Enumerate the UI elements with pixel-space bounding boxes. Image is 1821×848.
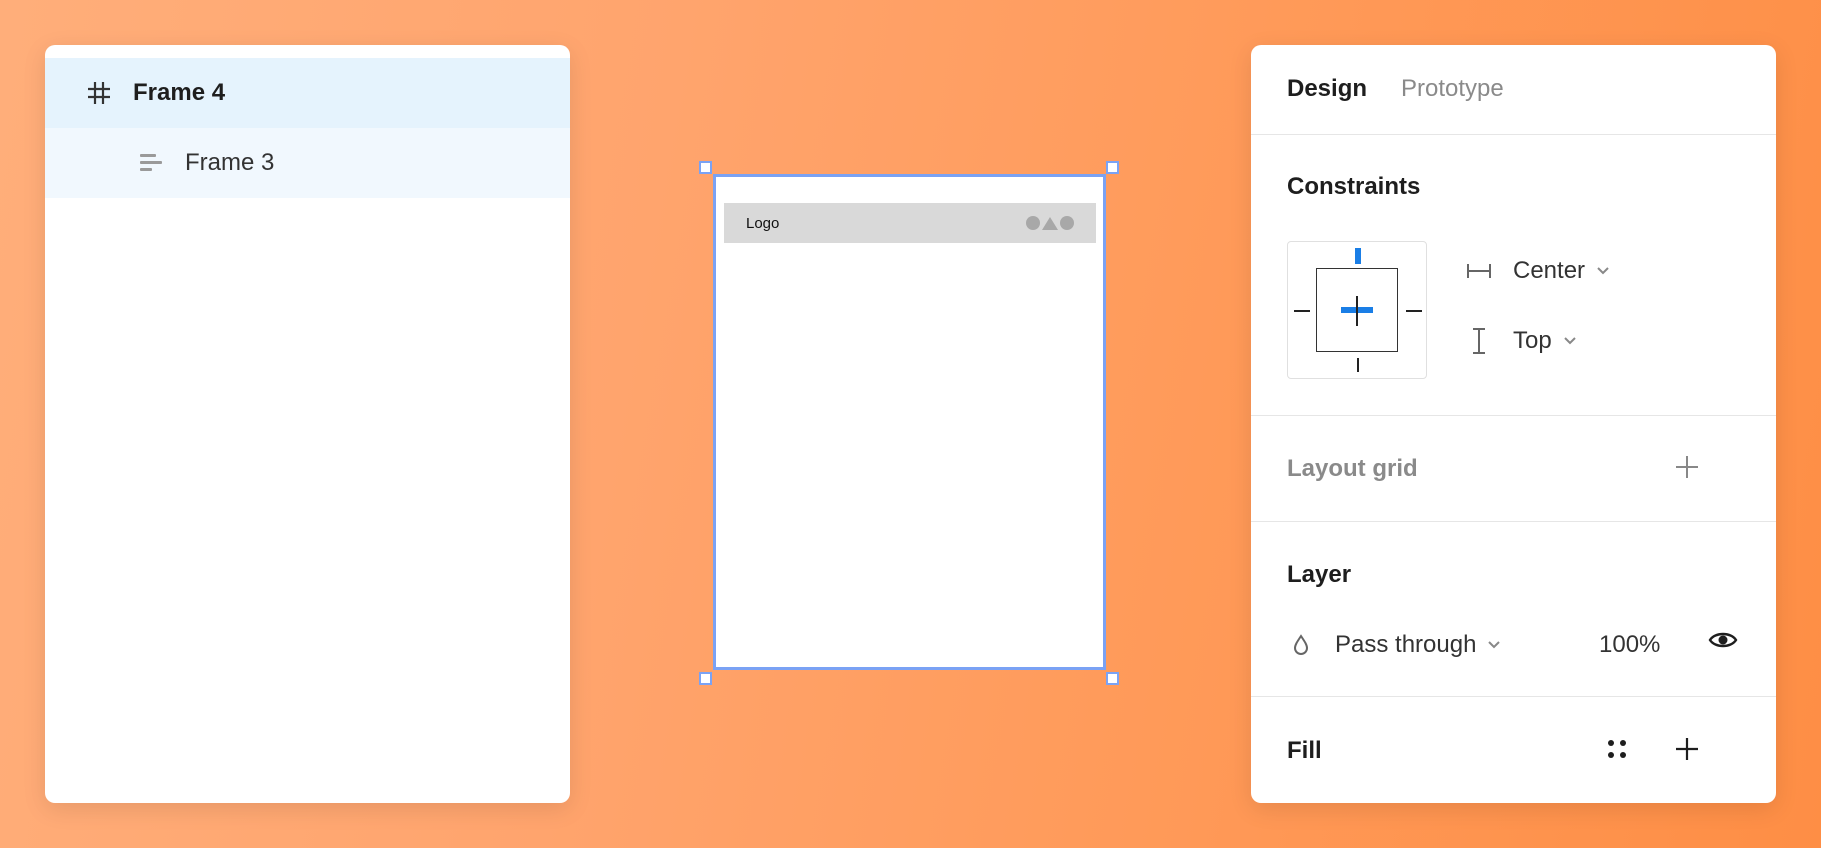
frame-hash-icon [85,79,113,107]
fill-title: Fill [1287,737,1322,764]
layer-item-frame-3[interactable]: Frame 3 [45,128,570,198]
fill-styles-button[interactable] [1601,733,1633,765]
layers-panel: Frame 4 Frame 3 [45,45,570,803]
constraint-inner-box [1316,268,1398,352]
circle-icon [1060,216,1074,230]
chevron-down-icon [1486,640,1502,650]
triangle-icon [1042,216,1058,230]
opacity-input[interactable]: 100% [1599,631,1660,659]
add-fill-button[interactable] [1671,733,1703,765]
layer-item-label: Frame 4 [133,79,226,106]
constraint-center-vertical[interactable] [1356,296,1358,326]
plus-icon [1676,456,1698,478]
divider [1251,134,1776,135]
canvas-frame-selected[interactable]: Logo [713,174,1106,670]
divider [1251,415,1776,416]
auto-layout-icon [137,149,165,177]
wireframe-nav-bar[interactable]: Logo [724,203,1096,243]
horizontal-constraint-dropdown[interactable]: Center [1465,257,1611,285]
resize-handle-bottom-left[interactable] [699,672,712,685]
layer-item-label: Frame 3 [185,149,275,176]
resize-handle-bottom-right[interactable] [1106,672,1119,685]
divider [1251,521,1776,522]
constraint-left-toggle[interactable] [1294,310,1310,312]
vertical-constraint-dropdown[interactable]: Top [1465,327,1578,355]
wireframe-logo-text: Logo [746,214,780,232]
circle-icon [1026,216,1040,230]
constraints-title: Constraints [1287,173,1421,200]
chevron-down-icon [1562,336,1578,346]
design-panel: Design Prototype Constraints Center Top … [1251,45,1776,803]
resize-handle-top-right[interactable] [1106,161,1119,174]
resize-handle-top-left[interactable] [699,161,712,174]
layer-controls: Pass through 100% [1287,625,1747,665]
plus-icon [1676,738,1698,760]
horizontal-constraint-icon [1465,257,1493,285]
wireframe-nav-shapes [1026,216,1074,230]
tab-prototype[interactable]: Prototype [1401,75,1504,103]
vertical-constraint-value: Top [1513,327,1552,354]
styles-grid-icon [1608,740,1626,758]
vertical-constraint-icon [1465,327,1493,355]
divider [1251,696,1776,697]
visibility-eye-icon[interactable] [1708,629,1738,658]
constraint-widget[interactable] [1287,241,1427,379]
blend-mode-icon [1287,633,1315,657]
constraint-top-toggle[interactable] [1355,248,1361,264]
panel-tabs: Design Prototype [1287,75,1504,103]
tab-design[interactable]: Design [1287,75,1367,103]
constraint-right-toggle[interactable] [1406,310,1422,312]
horizontal-constraint-value: Center [1513,257,1586,284]
layout-grid-title: Layout grid [1287,455,1418,482]
blend-mode-dropdown[interactable]: Pass through [1335,631,1502,659]
layer-title: Layer [1287,561,1352,588]
constraint-bottom-toggle[interactable] [1357,358,1359,372]
chevron-down-icon [1595,266,1611,276]
blend-mode-value: Pass through [1335,631,1477,658]
add-layout-grid-button[interactable] [1671,451,1703,483]
layer-item-frame-4[interactable]: Frame 4 [45,58,570,128]
